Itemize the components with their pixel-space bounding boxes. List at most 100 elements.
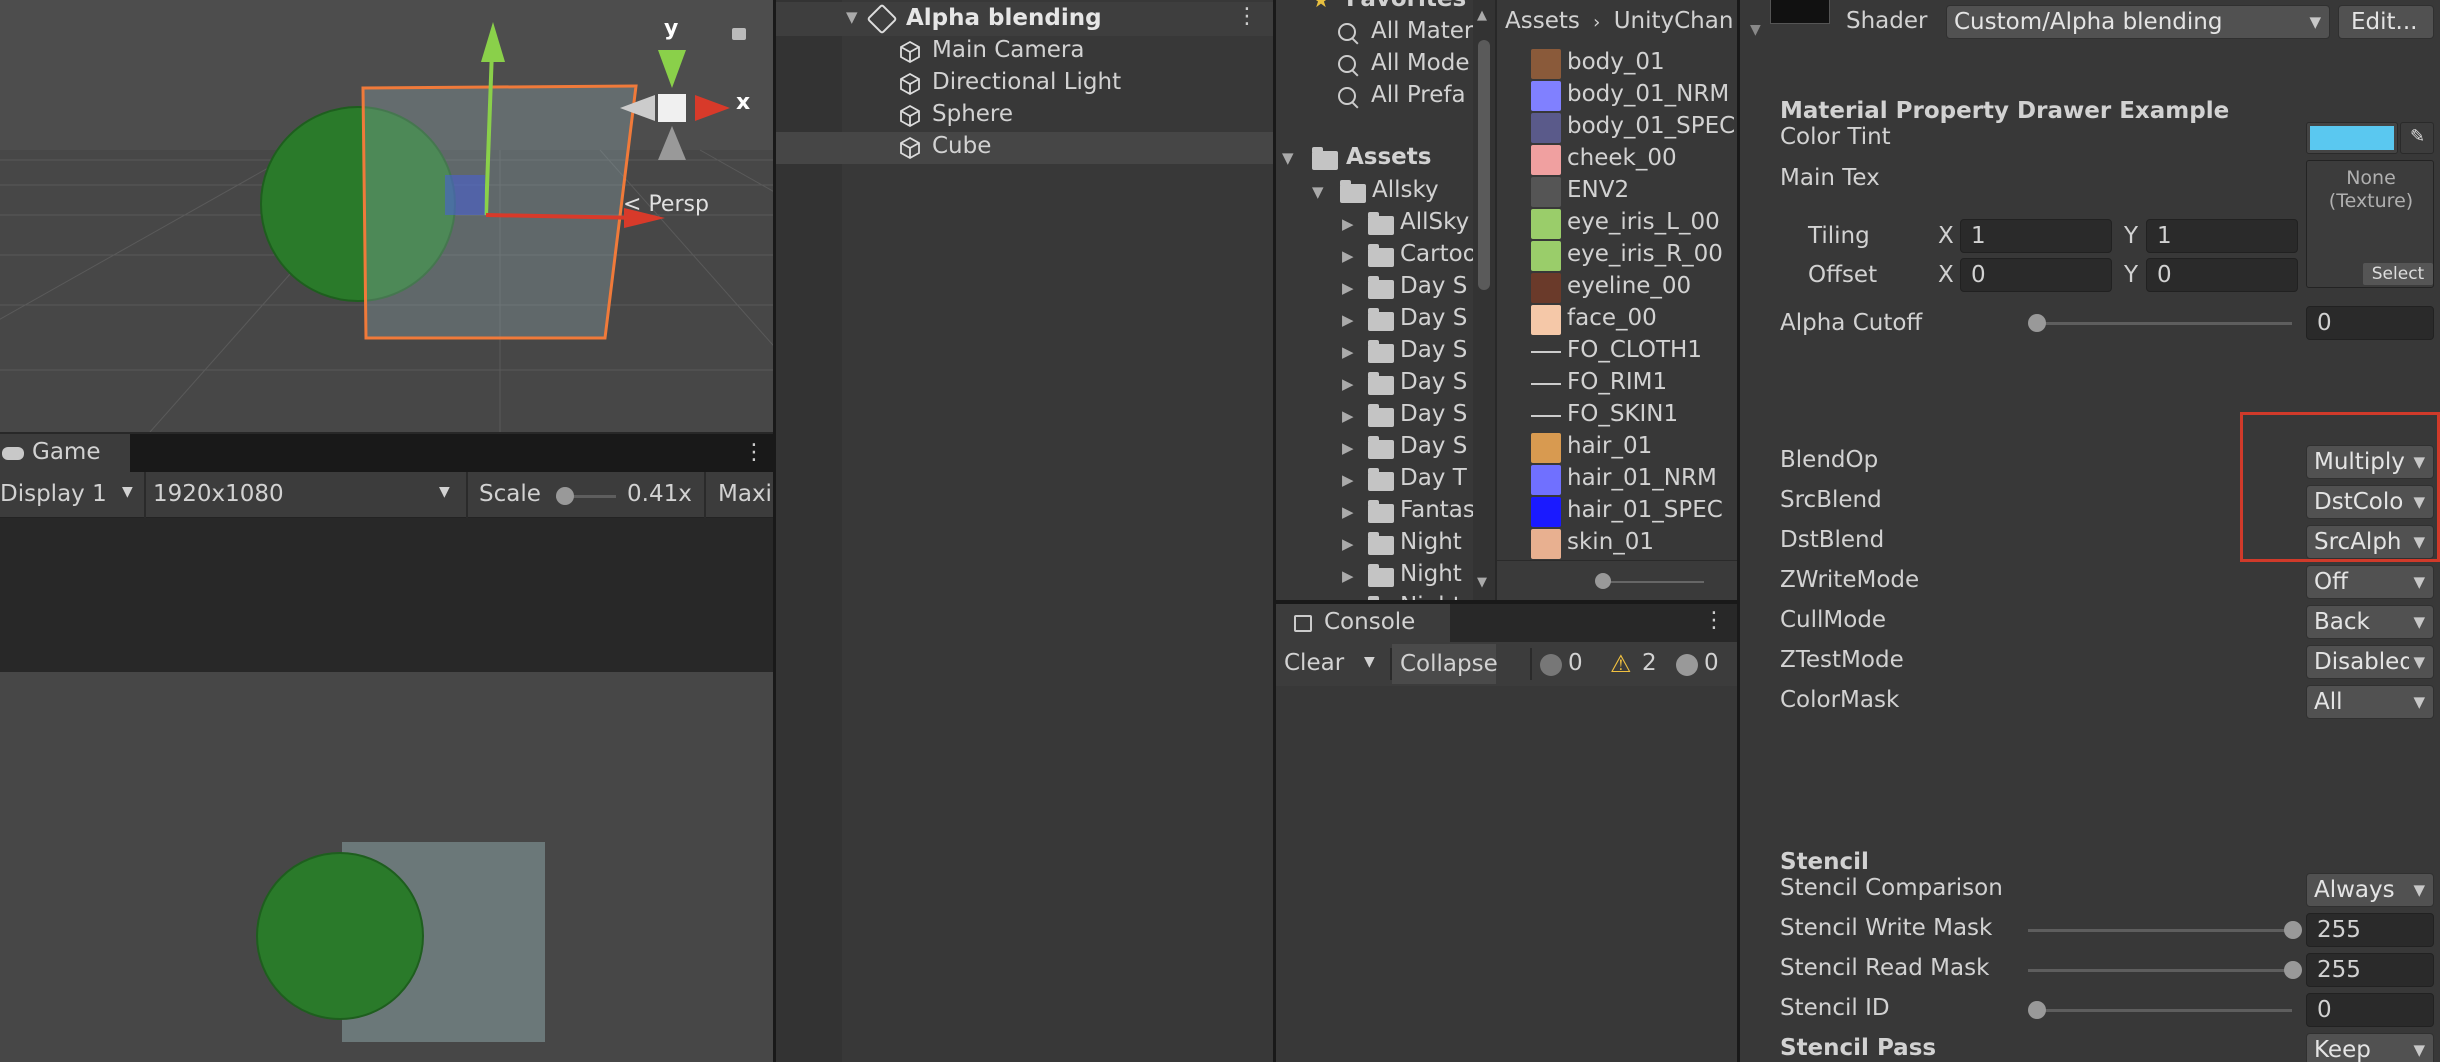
blend-dropdown[interactable]: Disabled ▼ xyxy=(2306,645,2434,679)
blend-dropdown[interactable]: All ▼ xyxy=(2306,685,2434,719)
collapse-arrow-icon[interactable]: ▼ xyxy=(846,8,858,26)
project-tree-scrollbar[interactable]: ▲ ▼ xyxy=(1473,0,1495,600)
tree-item-folder[interactable]: ▶ Day S xyxy=(1276,400,1473,432)
expand-arrow-icon[interactable]: ▶ xyxy=(1342,407,1354,425)
expand-arrow-icon[interactable]: ▶ xyxy=(1342,215,1354,233)
file-item[interactable]: body_01 xyxy=(1497,48,1737,80)
breadcrumb-item[interactable]: Assets xyxy=(1505,8,1580,34)
hierarchy-item-cube[interactable]: Cube xyxy=(776,132,1273,164)
file-item[interactable]: FO_SKIN1 xyxy=(1497,400,1737,432)
log-toggle[interactable]: 0 xyxy=(1540,650,1592,680)
tree-item-allsky[interactable]: ▼ Allsky xyxy=(1276,176,1473,208)
eyedropper-button[interactable]: ✎ xyxy=(2400,122,2434,154)
hierarchy-scene-row[interactable]: ▼ Alpha blending ⋮ xyxy=(776,2,1273,36)
texture-slot[interactable]: None (Texture) Select xyxy=(2306,160,2434,288)
expand-arrow-icon[interactable]: ▶ xyxy=(1342,567,1354,585)
hierarchy-item-directional-light[interactable]: Directional Light xyxy=(776,68,1273,100)
file-item[interactable]: cheek_00 xyxy=(1497,144,1737,176)
texture-select-button[interactable]: Select xyxy=(2363,263,2433,285)
stencil-pass-dropdown[interactable]: Keep ▼ xyxy=(2306,1033,2434,1062)
stencil-id-field[interactable]: 0 xyxy=(2306,993,2434,1027)
expand-arrow-icon[interactable]: ▶ xyxy=(1342,343,1354,361)
file-item[interactable]: eye_iris_R_00 xyxy=(1497,240,1737,272)
tree-item-folder[interactable]: ▶Night xyxy=(1276,528,1473,560)
alpha-cutoff-field[interactable]: 0 xyxy=(2306,306,2434,340)
persp-label[interactable]: < Persp xyxy=(623,192,709,217)
clear-button[interactable]: Clear xyxy=(1284,650,1344,676)
expand-arrow-icon[interactable]: ▶ xyxy=(1342,375,1354,393)
zoom-slider-knob[interactable] xyxy=(1595,573,1611,589)
tiling-y-field[interactable]: 1 xyxy=(2146,219,2298,253)
resolution-dropdown[interactable]: 1920x1080 ▼ xyxy=(153,481,463,507)
tree-item-folder[interactable]: ▶ Day S xyxy=(1276,336,1473,368)
expand-arrow-icon[interactable]: ▶ xyxy=(1342,439,1354,457)
hierarchy-item-sphere[interactable]: Sphere xyxy=(776,100,1273,132)
scroll-thumb[interactable] xyxy=(1478,40,1490,290)
blend-dropdown[interactable]: Back ▼ xyxy=(2306,605,2434,639)
scene-view[interactable]: y x < Persp xyxy=(0,0,773,432)
stencil-read-slider-track[interactable] xyxy=(2028,969,2290,972)
scale-slider-knob[interactable] xyxy=(556,487,574,505)
file-item[interactable]: eye_iris_L_00 xyxy=(1497,208,1737,240)
offset-x-field[interactable]: 0 xyxy=(1960,258,2112,292)
favorites-item[interactable]: All Prefa xyxy=(1276,82,1473,114)
stencil-read-slider-knob[interactable] xyxy=(2284,961,2302,979)
tree-item-folder[interactable]: ▶ Cartoo xyxy=(1276,240,1473,272)
shader-dropdown[interactable]: Custom/Alpha blending ▼ xyxy=(1946,5,2330,39)
stencil-write-slider-knob[interactable] xyxy=(2284,921,2302,939)
stencil-write-slider-track[interactable] xyxy=(2028,929,2290,932)
zoom-slider-track[interactable] xyxy=(1599,581,1704,583)
color-tint-swatch[interactable] xyxy=(2306,122,2398,154)
scene-menu-icon[interactable]: ⋮ xyxy=(1236,4,1258,29)
tree-item-folder[interactable]: ▶ Day S xyxy=(1276,432,1473,464)
expand-arrow-icon[interactable]: ▶ xyxy=(1342,247,1354,265)
tree-item-folder[interactable]: ▶ Day T xyxy=(1276,464,1473,496)
maximize-toggle[interactable]: Maxi xyxy=(718,481,772,507)
edit-shader-button[interactable]: Edit... xyxy=(2338,5,2434,39)
favorites-item[interactable]: All Mode xyxy=(1276,50,1473,82)
file-item[interactable]: body_01_NRM xyxy=(1497,80,1737,112)
offset-y-field[interactable]: 0 xyxy=(2146,258,2298,292)
warning-toggle[interactable]: ⚠ 2 xyxy=(1610,650,1666,680)
file-item[interactable]: hair_01_SPEC xyxy=(1497,496,1737,528)
collapse-button[interactable]: Collapse xyxy=(1392,644,1498,684)
tab-console[interactable]: Console xyxy=(1276,604,1450,642)
tree-item-folder[interactable]: ▶Night xyxy=(1276,560,1473,592)
tab-game[interactable]: Game xyxy=(0,434,130,472)
file-item[interactable]: FO_CLOTH1 xyxy=(1497,336,1737,368)
hierarchy-item-main-camera[interactable]: Main Camera xyxy=(776,36,1273,68)
tree-item-folder[interactable]: ▶ Fantas xyxy=(1276,496,1473,528)
alpha-cutoff-slider-knob[interactable] xyxy=(2028,314,2046,332)
stencil-write-field[interactable]: 255 xyxy=(2306,913,2434,947)
tree-item-folder[interactable]: ▶ Day S xyxy=(1276,272,1473,304)
scroll-down-icon[interactable]: ▼ xyxy=(1477,575,1487,590)
expand-arrow-icon[interactable]: ▶ xyxy=(1342,535,1354,553)
expand-arrow-icon[interactable]: ▼ xyxy=(1312,183,1324,201)
expand-arrow-icon[interactable]: ▶ xyxy=(1342,503,1354,521)
file-item[interactable]: hair_01_NRM xyxy=(1497,464,1737,496)
stencil-id-slider-track[interactable] xyxy=(2036,1009,2292,1012)
expand-arrow-icon[interactable]: ▶ xyxy=(1342,311,1354,329)
stencil-id-slider-knob[interactable] xyxy=(2028,1001,2046,1019)
file-item[interactable]: FO_RIM1 xyxy=(1497,368,1737,400)
display-dropdown[interactable]: Display 1 ▼ xyxy=(0,481,140,507)
tree-item-assets[interactable]: ▼ Assets xyxy=(1276,142,1473,176)
tree-item-folder[interactable]: ▶ Day S xyxy=(1276,368,1473,400)
alpha-cutoff-slider-track[interactable] xyxy=(2036,322,2292,325)
game-menu-icon[interactable]: ⋮ xyxy=(743,440,765,465)
scroll-up-icon[interactable]: ▲ xyxy=(1477,8,1487,23)
file-item[interactable]: hair_01 xyxy=(1497,432,1737,464)
favorites-item[interactable]: All Mater xyxy=(1276,18,1473,50)
foldout-arrow-icon[interactable]: ▼ xyxy=(1750,22,1761,38)
tiling-x-field[interactable]: 1 xyxy=(1960,219,2112,253)
clear-options-dropdown[interactable]: ▼ xyxy=(1364,654,1375,670)
stencil-comparison-dropdown[interactable]: Always ▼ xyxy=(2306,873,2434,907)
tree-item-folder[interactable]: ▶Night xyxy=(1276,592,1473,600)
console-menu-icon[interactable]: ⋮ xyxy=(1703,608,1725,633)
stencil-read-field[interactable]: 255 xyxy=(2306,953,2434,987)
lock-icon[interactable] xyxy=(732,28,746,40)
file-item[interactable]: eyeline_00 xyxy=(1497,272,1737,304)
file-item[interactable]: ENV2 xyxy=(1497,176,1737,208)
console-log-area[interactable] xyxy=(1276,686,1737,1062)
breadcrumb-item[interactable]: UnityChan xyxy=(1614,8,1734,34)
